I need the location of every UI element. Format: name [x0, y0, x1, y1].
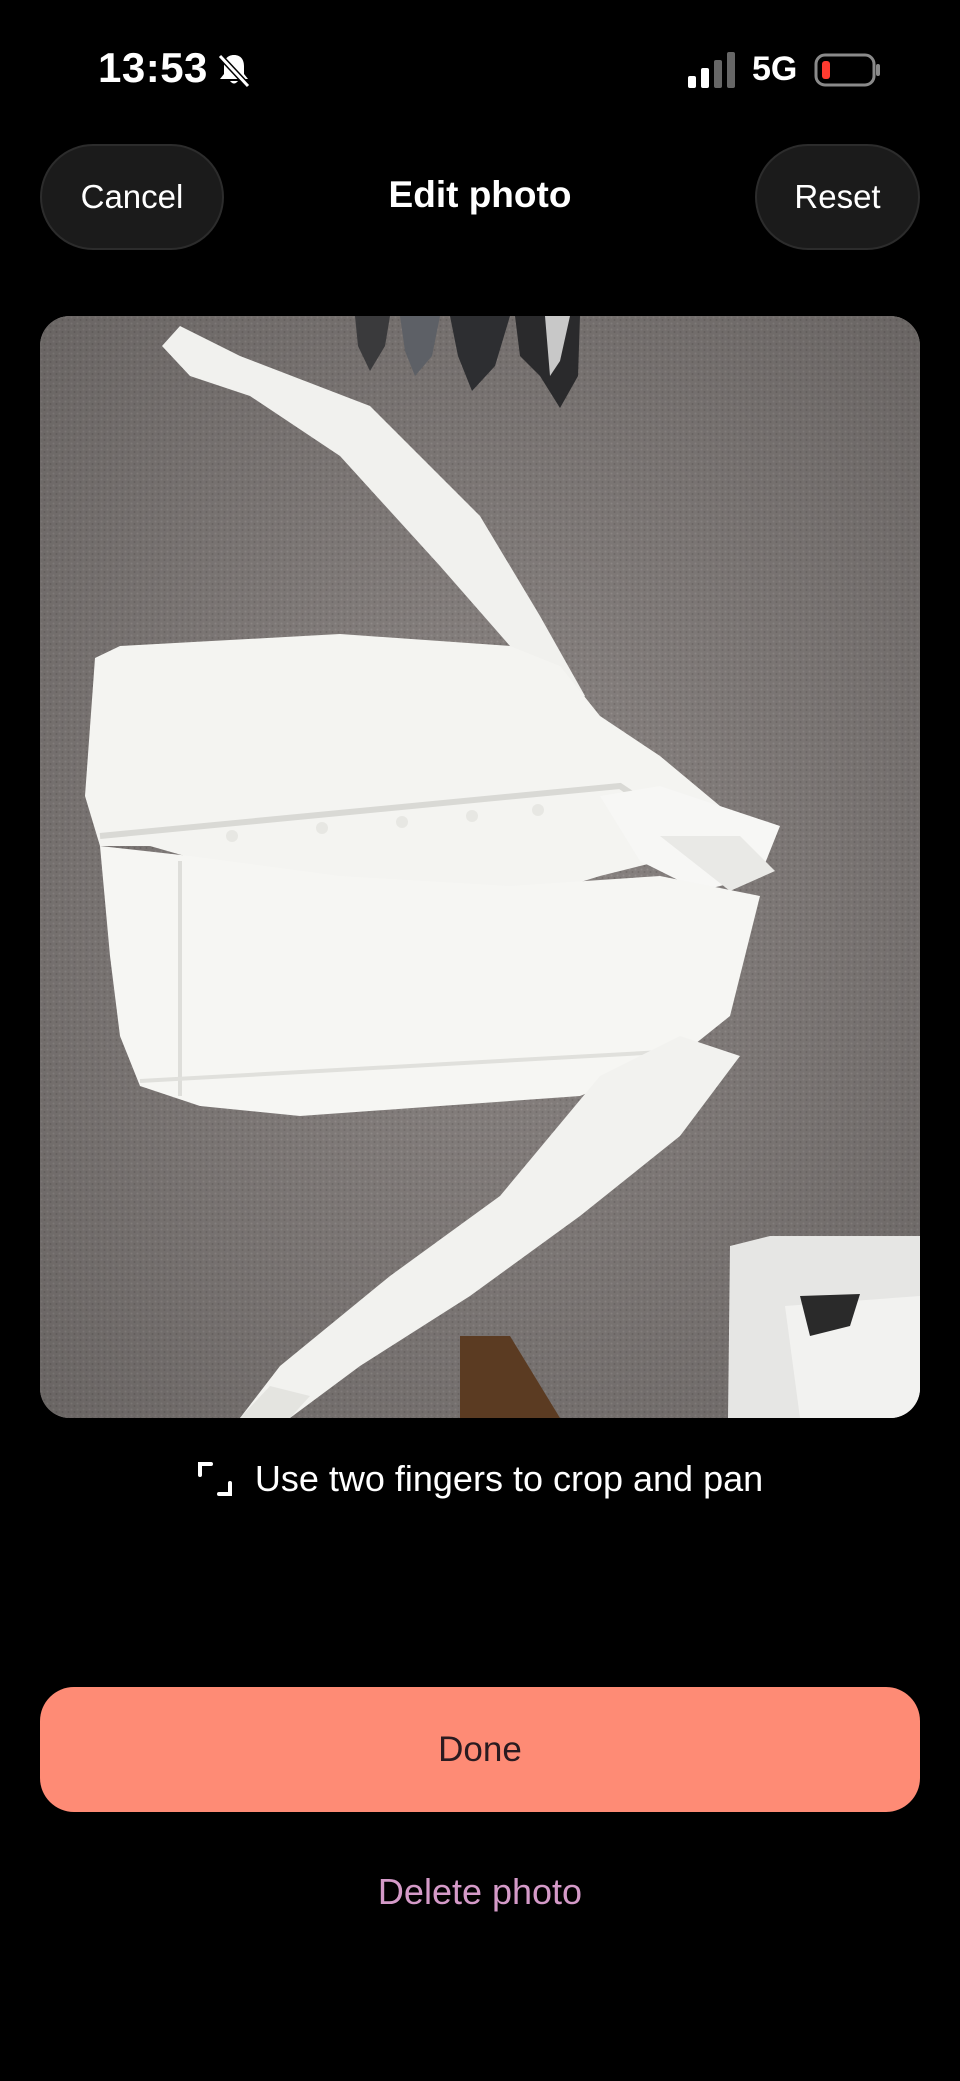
crop-hint-text: Use two fingers to crop and pan	[254, 1458, 764, 1499]
shirt-photo	[40, 316, 920, 1418]
status-bar: 13:53 5G	[0, 0, 960, 140]
photo-crop-area[interactable]	[40, 316, 920, 1418]
done-button[interactable]: Done	[40, 1687, 920, 1812]
network-type: 5G	[752, 50, 798, 88]
crop-hint: Use two fingers to crop and pan	[0, 1458, 960, 1500]
status-time: 13:53	[98, 44, 208, 91]
battery-icon	[814, 53, 880, 87]
bell-slash-icon	[217, 53, 251, 89]
crop-icon	[197, 1462, 232, 1496]
signal-icon	[688, 52, 735, 88]
delete-photo-button[interactable]: Delete photo	[0, 1871, 960, 1913]
reset-button[interactable]: Reset	[755, 144, 920, 250]
